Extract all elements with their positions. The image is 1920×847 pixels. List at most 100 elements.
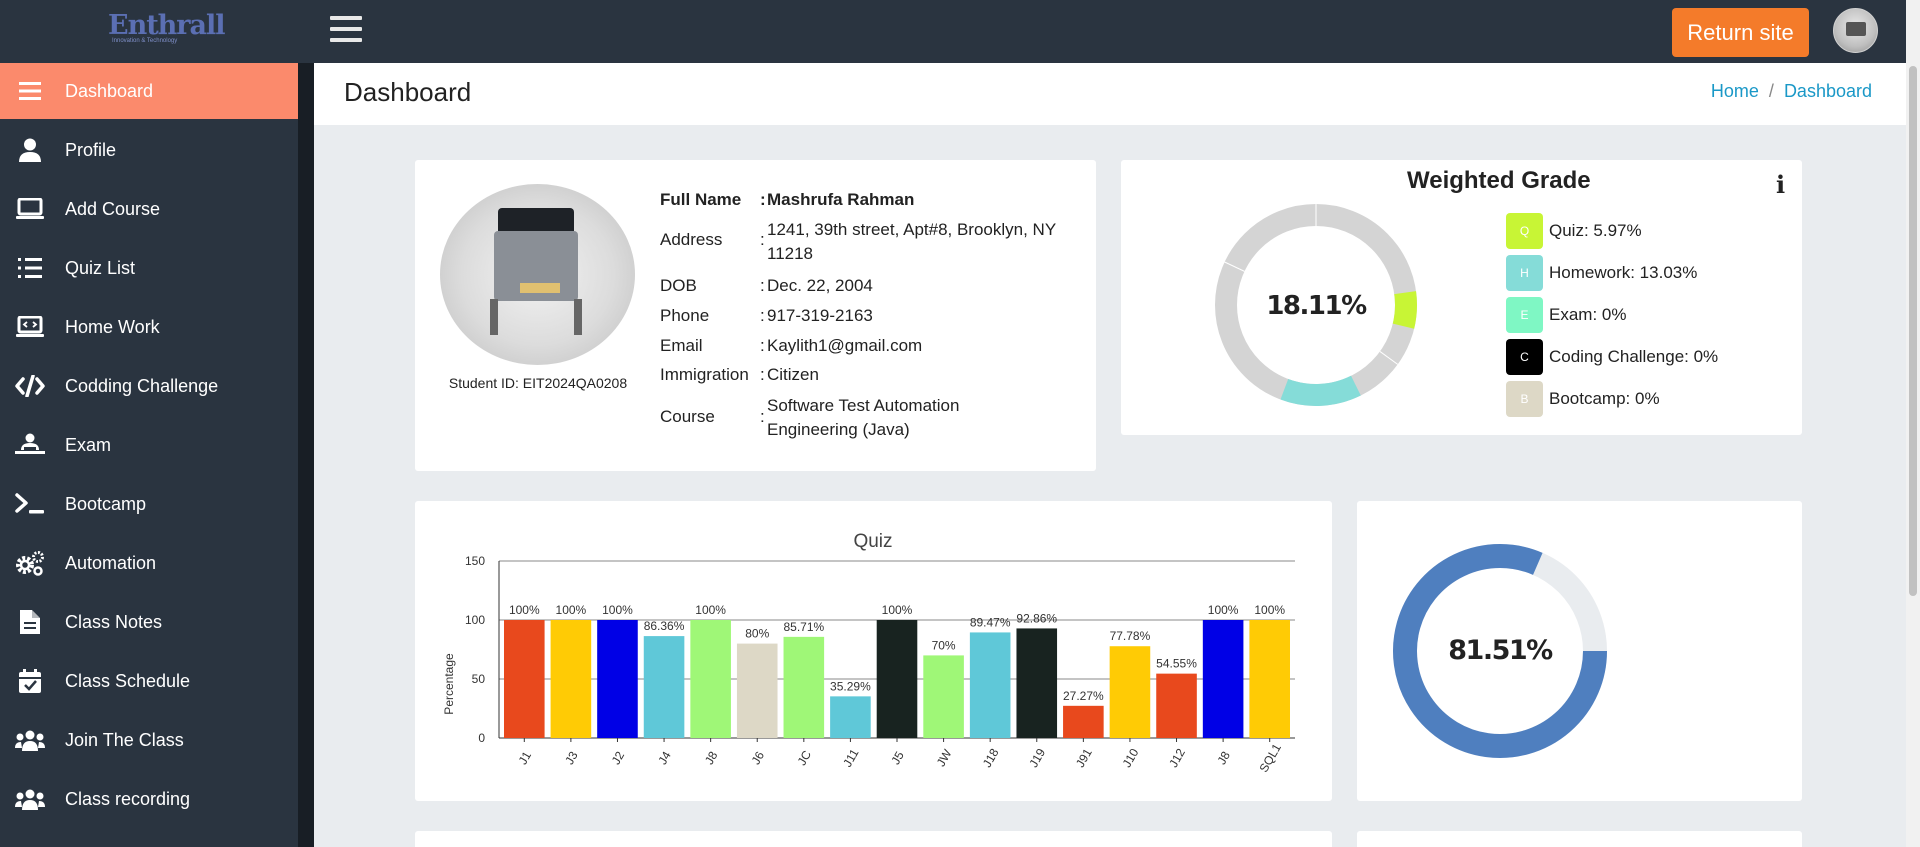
field-value: Kaylith1@gmail.com <box>767 336 923 355</box>
sidebar-scrollbar[interactable] <box>298 63 314 847</box>
x-tick-label: J12 <box>1166 746 1188 770</box>
legend-swatch: H <box>1506 255 1543 291</box>
sidebar-item-label: Dashboard <box>65 80 154 101</box>
brand-logo[interactable]: Enthrall Innovation & Technology <box>108 12 226 48</box>
donut-segment-quiz <box>1392 291 1417 329</box>
legend-quiz: Q Quiz: 5.97% <box>1506 213 1642 249</box>
legend-coding-challenge: C Coding Challenge: 0% <box>1506 339 1718 375</box>
sidebar-item-dashboard[interactable]: Dashboard <box>0 63 298 119</box>
x-tick-label: J11 <box>840 746 862 769</box>
bar-j8[interactable] <box>1202 620 1244 738</box>
bar-data-label: 89.47% <box>970 615 1011 629</box>
sidebar-item-profile[interactable]: Profile <box>0 122 298 178</box>
bar-j12[interactable] <box>1156 673 1197 738</box>
x-tick-label: J2 <box>609 749 628 767</box>
calendar-check-icon <box>15 667 45 695</box>
bar-jc[interactable] <box>783 636 825 738</box>
overall-score-card: 81.51% <box>1357 501 1802 801</box>
bar-data-label: 100% <box>695 603 726 617</box>
legend-swatch: B <box>1506 381 1543 417</box>
profile-row-address: Address : 1241, 39th street, Apt#8, Broo… <box>415 218 1096 268</box>
bar-j8[interactable] <box>690 620 731 738</box>
bar-j19[interactable] <box>1016 628 1058 738</box>
sidebar-item-class-recording[interactable]: Class recording <box>0 771 298 827</box>
x-tick-label: J4 <box>655 749 674 767</box>
breadcrumb-home-link[interactable]: Home <box>1711 81 1759 101</box>
page-scrollbar-thumb[interactable] <box>1909 66 1917 596</box>
code-icon <box>15 372 45 400</box>
sidebar-item-join-the-class[interactable]: Join The Class <box>0 712 298 768</box>
x-tick-label: J10 <box>1120 746 1142 770</box>
bar-data-label: 100% <box>882 603 913 617</box>
bar-j18[interactable] <box>969 632 1011 738</box>
sidebar-item-label: Join The Class <box>65 729 184 750</box>
sidebar-item-class-schedule[interactable]: Class Schedule <box>0 653 298 709</box>
quiz-chart-card: Quiz Percentage 0 50 100 150 100% J1 100% J3 10… <box>415 501 1332 801</box>
sidebar-item-exam[interactable]: Exam <box>0 417 298 473</box>
sidebar: Dashboard Profile Add Course Quiz List H… <box>0 63 298 847</box>
field-label: DOB <box>660 276 697 295</box>
bar-j3[interactable] <box>550 620 592 738</box>
chart-title: Quiz <box>853 531 892 552</box>
info-icon[interactable]: i <box>1776 170 1785 199</box>
legend-homework: H Homework: 13.03% <box>1506 255 1697 291</box>
legend-label: Coding Challenge: 0% <box>1549 347 1719 366</box>
profile-row-email: Email : Kaylith1@gmail.com <box>415 336 1096 360</box>
field-value: Software Test Automation Engineering (Ja… <box>767 396 960 439</box>
bar-jw[interactable] <box>923 655 964 738</box>
field-label: Course <box>660 407 715 426</box>
sidebar-item-label: Codding Challenge <box>65 375 219 396</box>
bar-j4[interactable] <box>643 636 685 738</box>
sidebar-item-automation[interactable]: Automation <box>0 535 298 591</box>
x-tick-label: J8 <box>1214 749 1233 767</box>
user-avatar[interactable] <box>1833 8 1878 53</box>
sidebar-item-label: Class Schedule <box>65 670 191 691</box>
sidebar-item-label: Add Course <box>65 198 161 219</box>
sidebar-item-label: Exam <box>65 434 112 455</box>
bar-j91[interactable] <box>1063 705 1104 738</box>
breadcrumb-current-link[interactable]: Dashboard <box>1784 81 1872 101</box>
sidebar-item-class-notes[interactable]: Class Notes <box>0 594 298 650</box>
x-tick-label: J1 <box>516 749 535 767</box>
bar-data-label: 77.78% <box>1110 629 1151 643</box>
sidebar-item-add-course[interactable]: Add Course <box>0 181 298 237</box>
top-header: Enthrall Innovation & Technology Return … <box>0 0 1920 63</box>
bar-data-label: 100% <box>556 603 587 617</box>
bar-j11[interactable] <box>830 696 871 738</box>
weighted-grade-total: 18.11% <box>1266 291 1367 321</box>
profile-row-course: Course : Software Test Automation Engine… <box>415 392 1096 444</box>
page-scrollbar[interactable] <box>1906 0 1920 847</box>
overall-score-value: 81.51% <box>1448 635 1553 666</box>
bar-j10[interactable] <box>1109 646 1151 738</box>
bar-j5[interactable] <box>876 620 918 738</box>
legend-label: Exam: 0% <box>1549 305 1627 324</box>
field-label: Address <box>660 230 723 249</box>
sidebar-item-home-work[interactable]: Home Work <box>0 299 298 355</box>
bar-j2[interactable] <box>597 620 638 738</box>
sidebar-item-label: Class Notes <box>65 611 163 632</box>
return-site-button[interactable]: Return site <box>1672 8 1809 57</box>
bar-sql1[interactable] <box>1249 620 1290 738</box>
field-value: 917-319-2163 <box>767 306 873 325</box>
x-tick-label: J5 <box>888 749 907 767</box>
user-exam-icon <box>15 431 45 459</box>
field-label: Phone <box>660 306 710 325</box>
menu-toggle-icon[interactable] <box>330 16 362 46</box>
list-icon <box>15 77 45 105</box>
legend-label: Quiz: 5.97% <box>1549 221 1642 240</box>
sidebar-item-bootcamp[interactable]: Bootcamp <box>0 476 298 532</box>
bar-j6[interactable] <box>736 643 778 738</box>
field-value: Dec. 22, 2004 <box>767 276 873 295</box>
x-tick-label: J19 <box>1026 746 1048 770</box>
bar-j1[interactable] <box>504 620 545 738</box>
sidebar-item-quiz-list[interactable]: Quiz List <box>0 240 298 296</box>
bar-data-label: 86.36% <box>644 619 685 633</box>
field-value: 1241, 39th street, Apt#8, Brooklyn, NY 1… <box>767 220 1056 263</box>
legend-label: Bootcamp: 0% <box>1549 389 1660 408</box>
sidebar-item-label: Bootcamp <box>65 493 147 514</box>
laptop-code-icon <box>15 313 45 341</box>
field-value: Mashrufa Rahman <box>767 190 915 209</box>
sidebar-item-codding-challenge[interactable]: Codding Challenge <box>0 358 298 414</box>
sidebar-item-label: Profile <box>65 139 117 160</box>
x-tick-label: J6 <box>749 749 768 767</box>
